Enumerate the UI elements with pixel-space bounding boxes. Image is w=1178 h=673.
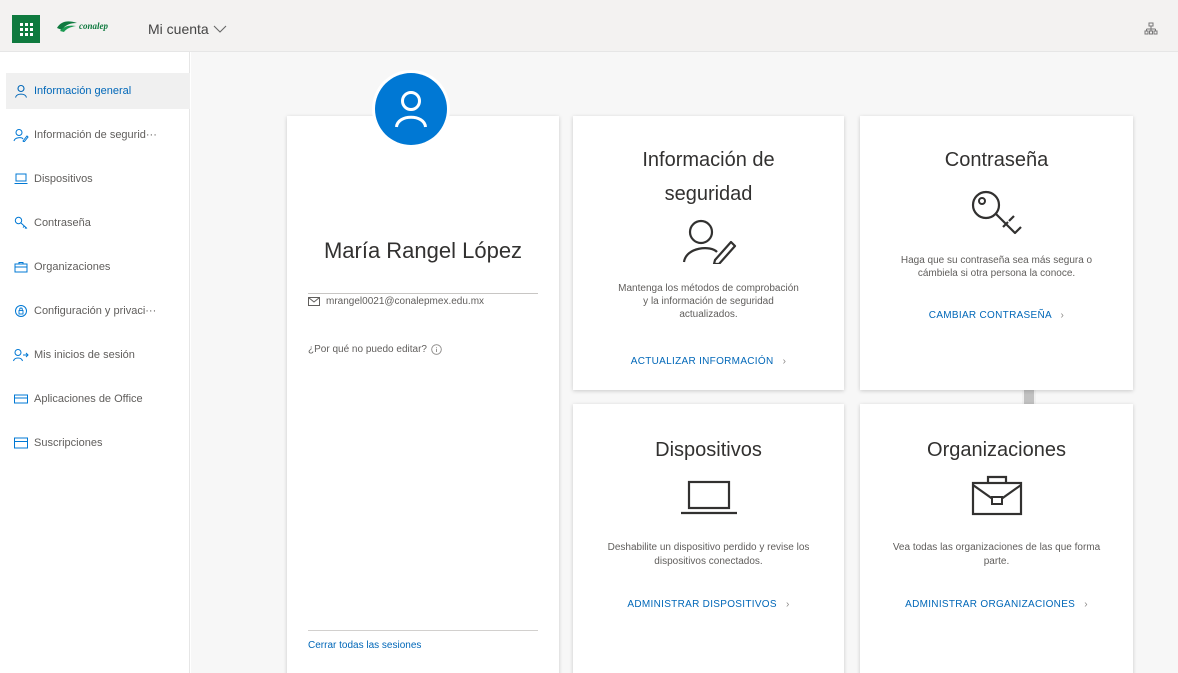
sign-ins-icon [12, 348, 30, 362]
password-tile-desc-line2: cámbiela si otra persona la conoce. [917, 268, 1076, 279]
security-tile-desc-line1: Mantenga los métodos de comprobación [618, 283, 799, 294]
devices-tile-desc-line1: Deshabilite un dispositivo perdido y rev… [607, 542, 810, 553]
avatar[interactable] [375, 73, 447, 145]
chevron-right-icon: › [1060, 310, 1065, 321]
sidebar-item-label: Aplicaciones de Office [34, 393, 143, 405]
sidebar-item-organizations[interactable]: Organizaciones [6, 249, 190, 285]
divider [308, 293, 538, 294]
main-content: María Rangel López mrangel0021@conalepme… [191, 52, 1178, 673]
manage-devices-link[interactable]: ADMINISTRAR DISPOSITIVOS › [573, 599, 844, 610]
sidebar: Información general Información de segur… [0, 52, 190, 673]
sidebar-item-label: Configuración y privaci··· [34, 305, 157, 317]
laptop-icon [680, 480, 737, 515]
sidebar-item-sign-ins[interactable]: Mis inicios de sesión [6, 337, 190, 373]
security-tile-title-line2: seguridad [664, 183, 753, 205]
chevron-right-icon: › [1084, 599, 1088, 610]
organizations-tile-desc-line2: parte. [983, 556, 1010, 567]
person-icon [395, 91, 427, 128]
profile-card: María Rangel López mrangel0021@conalepme… [287, 116, 559, 673]
profile-name: María Rangel López [323, 238, 523, 263]
organization-icon[interactable] [1144, 22, 1158, 36]
key-icon [971, 190, 1022, 235]
security-info-icon [12, 128, 30, 142]
sidebar-item-label: Contraseña [34, 217, 91, 229]
sidebar-item-office-apps[interactable]: Aplicaciones de Office [6, 381, 190, 417]
sidebar-item-overview[interactable]: Información general [6, 73, 190, 109]
account-label: Mi cuenta [148, 21, 209, 37]
organizations-tile: Organizaciones Vea todas las organizacio… [860, 404, 1133, 673]
lock-icon [12, 304, 30, 318]
security-info-icon [682, 219, 736, 264]
devices-tile-desc-line2: dispositivos conectados. [654, 556, 763, 567]
manage-organizations-link[interactable]: ADMINISTRAR ORGANIZACIONES › [860, 599, 1133, 610]
apps-icon [12, 394, 30, 404]
update-info-label: ACTUALIZAR INFORMACIÓN [630, 356, 774, 367]
sidebar-item-devices[interactable]: Dispositivos [6, 161, 190, 197]
subscription-icon [12, 437, 30, 449]
chevron-right-icon: › [782, 356, 787, 367]
sidebar-item-label: Información de segurid··· [34, 129, 157, 141]
profile-email: mrangel0021@conalepmex.edu.mx [326, 296, 485, 307]
laptop-icon [12, 173, 30, 185]
sidebar-item-subscriptions[interactable]: Suscripciones [6, 425, 190, 461]
sidebar-item-security-info[interactable]: Información de segurid··· [6, 117, 190, 153]
sidebar-item-settings-privacy[interactable]: Configuración y privaci··· [6, 293, 190, 329]
why-cant-edit-link[interactable]: ¿Por qué no puedo editar? [308, 344, 442, 355]
sidebar-item-label: Información general [34, 85, 132, 97]
mail-icon [308, 297, 320, 306]
sidebar-item-label: Organizaciones [34, 261, 111, 273]
chevron-right-icon: › [785, 599, 790, 610]
security-tile-desc-line2: y la información de seguridad [643, 296, 774, 307]
person-icon [12, 84, 30, 98]
my-account-menu[interactable]: Mi cuenta [148, 21, 227, 37]
password-tile: Contraseña Haga que su contraseña sea má… [860, 116, 1133, 390]
security-info-tile: Información de seguridad Mantenga los mé… [573, 116, 844, 390]
security-tile-title-line1: Información de [642, 149, 775, 171]
sidebar-item-password[interactable]: Contraseña [6, 205, 190, 241]
briefcase-icon [12, 261, 30, 273]
chevron-down-icon [213, 25, 227, 33]
conalep-logo-mark [57, 21, 77, 32]
top-bar: conalep Mi cuenta [0, 0, 1178, 52]
manage-devices-label: ADMINISTRAR DISPOSITIVOS [627, 599, 777, 610]
divider [308, 630, 538, 631]
organizations-tile-desc-line1: Vea todas las organizaciones de las que … [892, 542, 1101, 553]
sidebar-item-label: Suscripciones [34, 437, 103, 449]
security-tile-desc-line3: actualizados. [679, 309, 738, 320]
devices-tile: Dispositivos Deshabilite un dispositivo … [573, 404, 844, 673]
key-icon [12, 216, 30, 230]
profile-email-row: mrangel0021@conalepmex.edu.mx [308, 296, 484, 307]
app-launcher-button[interactable] [12, 15, 40, 43]
devices-tile-title: Dispositivos [655, 439, 762, 461]
logo-text: conalep [79, 21, 108, 31]
update-info-link[interactable]: ACTUALIZAR INFORMACIÓN › [573, 356, 844, 367]
info-icon [431, 344, 442, 355]
password-tile-desc-line1: Haga que su contraseña sea más segura o [900, 255, 1093, 266]
sidebar-item-label: Mis inicios de sesión [34, 349, 135, 361]
sign-out-all-link[interactable]: Cerrar todas las sesiones [308, 640, 421, 651]
manage-organizations-label: ADMINISTRAR ORGANIZACIONES [905, 599, 1076, 610]
change-password-link[interactable]: CAMBIAR CONTRASEÑA › [860, 310, 1133, 321]
waffle-icon [19, 22, 33, 36]
password-tile-title: Contraseña [944, 149, 1049, 171]
organizations-tile-title: Organizaciones [927, 439, 1066, 461]
sidebar-item-label: Dispositivos [34, 173, 93, 185]
change-password-label: CAMBIAR CONTRASEÑA [928, 310, 1052, 321]
briefcase-icon [971, 475, 1022, 516]
conalep-logo[interactable]: conalep [56, 19, 108, 33]
why-cant-edit-text: ¿Por qué no puedo editar? [308, 344, 427, 355]
